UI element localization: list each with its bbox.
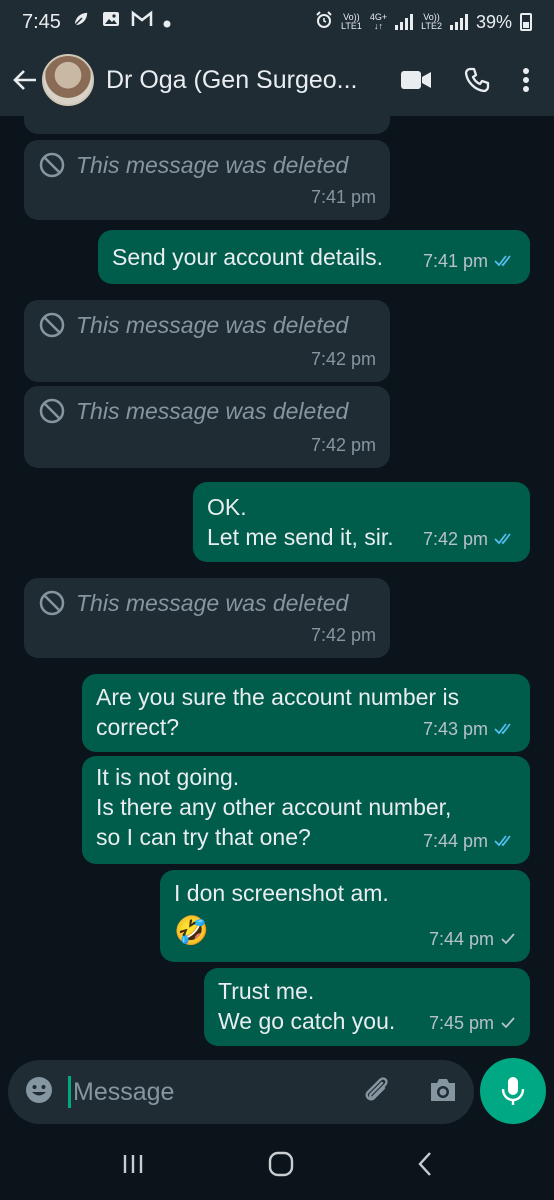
back-nav-button[interactable] (417, 1151, 433, 1182)
recent-apps-icon (124, 1154, 143, 1173)
laughing-emoji: 🤣 (174, 915, 209, 946)
double-check-read-icon (494, 723, 511, 735)
voice-message-button[interactable] (480, 1058, 546, 1124)
single-check-sent-icon (501, 1017, 515, 1029)
outgoing-message-bubble[interactable]: Are you sure the account number is corre… (82, 674, 530, 752)
partial-message-bubble (24, 116, 390, 134)
status-bar: 7:45 Vo)) LTE1 4G+ ↓↑ Vo)) LTE2 39% (0, 0, 554, 44)
message-time: 7:45 pm (428, 1013, 494, 1033)
double-check-read-icon (494, 835, 511, 847)
deleted-message-text: This message was deleted (76, 590, 349, 616)
back-arrow-icon (13, 70, 36, 90)
chat-header: Dr Oga (Gen Surgeo... (0, 44, 554, 116)
deleted-message-icon (39, 152, 65, 178)
system-nav-bar (0, 1132, 554, 1200)
network-type: 4G+ ↓↑ (369, 12, 388, 31)
video-camera-icon (401, 71, 431, 89)
contact-name[interactable]: Dr Oga (Gen Surgeo... (106, 66, 368, 95)
deleted-message-bubble[interactable]: This message was deleted 7:41 pm (24, 140, 390, 220)
message-composer: Message (8, 1060, 474, 1124)
leaf-notification-icon (71, 9, 91, 35)
outgoing-message-bubble[interactable]: Send your account details. 7:41 pm (98, 230, 530, 284)
video-call-button[interactable] (400, 69, 432, 91)
alarm-icon (315, 10, 333, 34)
message-time: 7:43 pm (422, 719, 488, 739)
message-input[interactable]: Message (68, 1076, 318, 1108)
signal-2-icon (449, 14, 468, 30)
home-button[interactable] (268, 1151, 294, 1182)
lte1-indicator: Vo)) LTE1 (341, 12, 362, 31)
home-icon (268, 1151, 294, 1176)
recent-apps-button[interactable] (121, 1153, 145, 1180)
smiley-icon (26, 1076, 52, 1103)
message-time: 7:42 pm (310, 625, 376, 645)
chat-area[interactable]: This message was deleted 7:41 pm Send yo… (0, 116, 554, 1056)
paperclip-icon (365, 1076, 388, 1100)
message-time: 7:42 pm (310, 349, 376, 369)
voice-call-button[interactable] (464, 67, 490, 93)
deleted-message-bubble[interactable]: This message was deleted 7:42 pm (24, 578, 390, 658)
message-time: 7:44 pm (428, 929, 494, 949)
microphone-icon (501, 1077, 525, 1105)
deleted-message-icon (39, 312, 65, 338)
battery-icon (520, 13, 532, 31)
back-button[interactable] (10, 65, 40, 95)
camera-button[interactable] (428, 1077, 458, 1108)
gallery-notification-icon (101, 9, 121, 35)
double-check-read-icon (494, 255, 511, 267)
message-text: Send your account details. (112, 244, 384, 270)
double-check-read-icon (494, 533, 511, 545)
message-time: 7:41 pm (310, 187, 376, 207)
outgoing-message-bubble[interactable]: OK. Let me send it, sir. 7:42 pm (193, 482, 530, 562)
message-text: It is not going. Is there any other acco… (96, 764, 452, 850)
outgoing-message-bubble[interactable]: Trust me. We go catch you. 7:45 pm (204, 968, 530, 1046)
message-text: Are you sure the account number is corre… (96, 684, 460, 740)
outgoing-message-bubble[interactable]: It is not going. Is there any other acco… (82, 756, 530, 864)
message-time: 7:41 pm (422, 251, 488, 271)
attach-button[interactable] (362, 1075, 392, 1110)
message-text: I don screenshot am. (174, 880, 389, 906)
battery-percent: 39% (475, 11, 512, 32)
emoji-button[interactable] (24, 1075, 54, 1110)
back-chevron-icon (418, 1151, 431, 1176)
gmail-notification-icon (131, 10, 153, 34)
message-time: 7:42 pm (310, 435, 376, 455)
message-time: 7:44 pm (422, 831, 488, 851)
deleted-message-bubble[interactable]: This message was deleted 7:42 pm (24, 386, 390, 468)
outgoing-message-bubble[interactable]: I don screenshot am. 🤣 7:44 pm (160, 870, 530, 962)
deleted-message-text: This message was deleted (76, 152, 349, 178)
deleted-message-text: This message was deleted (76, 398, 349, 424)
message-text: OK. Let me send it, sir. (207, 494, 394, 550)
deleted-message-icon (39, 590, 65, 616)
more-notifications-dot-icon (163, 11, 171, 34)
contact-avatar[interactable] (42, 54, 94, 106)
more-options-button[interactable] (522, 67, 530, 93)
deleted-message-bubble[interactable]: This message was deleted 7:42 pm (24, 300, 390, 382)
kebab-menu-icon (523, 68, 529, 92)
signal-1-icon (395, 14, 414, 30)
single-check-sent-icon (501, 933, 515, 945)
phone-icon (464, 67, 490, 93)
camera-icon (431, 1078, 455, 1101)
message-text: Trust me. We go catch you. (218, 978, 396, 1034)
status-time: 7:45 (22, 10, 61, 33)
lte2-indicator: Vo)) LTE2 (421, 12, 442, 31)
deleted-message-text: This message was deleted (76, 312, 349, 338)
deleted-message-icon (39, 398, 65, 424)
message-time: 7:42 pm (422, 529, 488, 549)
